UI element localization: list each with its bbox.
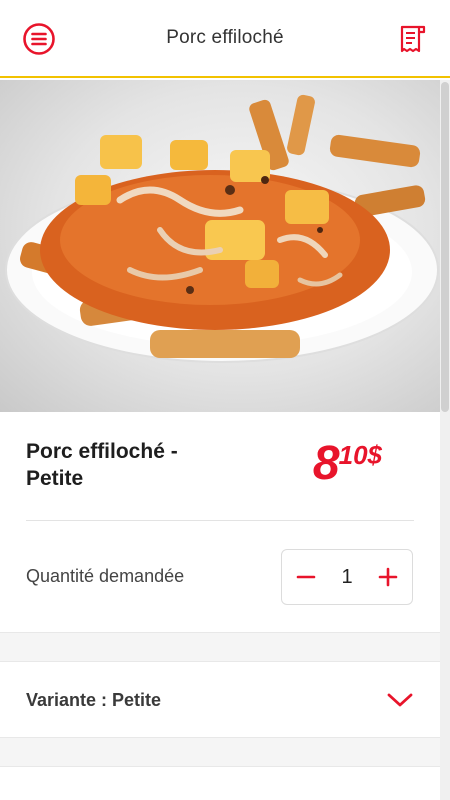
divider: [26, 520, 414, 521]
product-info: Porc effiloché - Petite 8 10 $: [26, 438, 414, 498]
plus-icon: [378, 567, 398, 587]
increase-quantity-button[interactable]: [376, 565, 400, 589]
app-header: Porc effiloché: [0, 0, 450, 78]
menu-circle-icon: [23, 23, 55, 55]
product-price: 8 10 $: [313, 440, 382, 498]
product-image: [0, 80, 440, 412]
section-separator: [0, 737, 440, 767]
quantity-value: 1: [341, 565, 353, 588]
cart-receipt-button[interactable]: [394, 20, 432, 58]
section-separator: [0, 632, 440, 662]
receipt-icon: [400, 25, 426, 53]
price-decimal: 10: [338, 440, 368, 470]
poutine-photo: [5, 94, 439, 363]
decrease-quantity-button[interactable]: [294, 565, 318, 589]
minus-icon: [296, 575, 316, 579]
quantity-stepper: 1: [281, 549, 413, 605]
scrollbar-thumb[interactable]: [441, 82, 449, 412]
page-title: Porc effiloché: [166, 27, 284, 48]
chevron-down-icon: [387, 693, 413, 707]
variant-label: Variante : Petite: [26, 689, 162, 710]
price-integer: 8: [312, 437, 340, 490]
variant-selector[interactable]: Variante : Petite: [0, 662, 440, 738]
price-currency: $: [367, 440, 382, 470]
quantity-label: Quantité demandée: [26, 566, 185, 586]
product-name: Porc effiloché - Petite: [26, 440, 178, 491]
menu-button[interactable]: [20, 20, 58, 58]
